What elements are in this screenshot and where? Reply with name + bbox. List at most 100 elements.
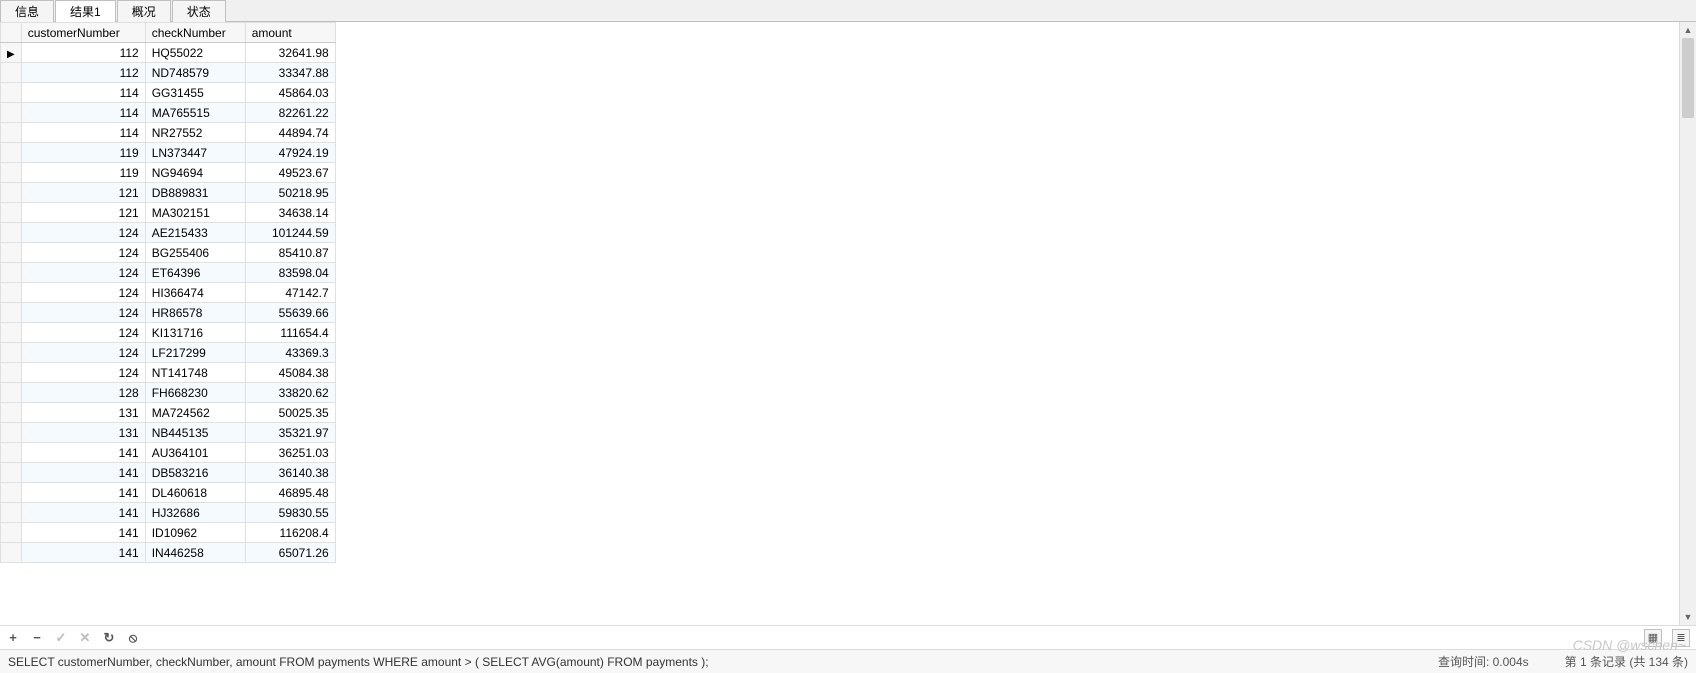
cell-customerNumber[interactable]: 141 — [21, 523, 145, 543]
tab-2[interactable]: 概况 — [117, 0, 171, 22]
cell-customerNumber[interactable]: 121 — [21, 183, 145, 203]
cell-amount[interactable]: 111654.4 — [245, 323, 335, 343]
cell-checkNumber[interactable]: LF217299 — [145, 343, 245, 363]
cell-amount[interactable]: 59830.55 — [245, 503, 335, 523]
cell-amount[interactable]: 50025.35 — [245, 403, 335, 423]
cell-amount[interactable]: 85410.87 — [245, 243, 335, 263]
tab-3[interactable]: 状态 — [172, 0, 226, 22]
cell-checkNumber[interactable]: MA302151 — [145, 203, 245, 223]
cell-amount[interactable]: 45084.38 — [245, 363, 335, 383]
cell-customerNumber[interactable]: 119 — [21, 143, 145, 163]
cell-amount[interactable]: 116208.4 — [245, 523, 335, 543]
cell-customerNumber[interactable]: 141 — [21, 443, 145, 463]
cell-amount[interactable]: 36251.03 — [245, 443, 335, 463]
cell-customerNumber[interactable]: 124 — [21, 363, 145, 383]
cell-customerNumber[interactable]: 131 — [21, 423, 145, 443]
cell-customerNumber[interactable]: 141 — [21, 543, 145, 563]
tab-0[interactable]: 信息 — [0, 0, 54, 22]
cell-checkNumber[interactable]: LN373447 — [145, 143, 245, 163]
table-row[interactable]: 141IN44625865071.26 — [1, 543, 336, 563]
cell-amount[interactable]: 47924.19 — [245, 143, 335, 163]
cell-checkNumber[interactable]: DB889831 — [145, 183, 245, 203]
table-row[interactable]: 114NR2755244894.74 — [1, 123, 336, 143]
table-row[interactable]: 121DB88983150218.95 — [1, 183, 336, 203]
cell-customerNumber[interactable]: 114 — [21, 103, 145, 123]
table-row[interactable]: 141ID10962116208.4 — [1, 523, 336, 543]
cell-customerNumber[interactable]: 141 — [21, 483, 145, 503]
cell-customerNumber[interactable]: 124 — [21, 283, 145, 303]
cell-amount[interactable]: 33820.62 — [245, 383, 335, 403]
form-view-button[interactable]: ≣ — [1672, 629, 1690, 647]
col-amount[interactable]: amount — [245, 23, 335, 43]
table-row[interactable]: 141DB58321636140.38 — [1, 463, 336, 483]
cell-checkNumber[interactable]: NT141748 — [145, 363, 245, 383]
cell-customerNumber[interactable]: 128 — [21, 383, 145, 403]
cell-checkNumber[interactable]: MA765515 — [145, 103, 245, 123]
cell-customerNumber[interactable]: 131 — [21, 403, 145, 423]
cell-amount[interactable]: 49523.67 — [245, 163, 335, 183]
cell-checkNumber[interactable]: FH668230 — [145, 383, 245, 403]
table-row[interactable]: 119LN37344747924.19 — [1, 143, 336, 163]
cell-checkNumber[interactable]: ET64396 — [145, 263, 245, 283]
cell-amount[interactable]: 83598.04 — [245, 263, 335, 283]
cell-checkNumber[interactable]: IN446258 — [145, 543, 245, 563]
table-row[interactable]: 131NB44513535321.97 — [1, 423, 336, 443]
cell-checkNumber[interactable]: HR86578 — [145, 303, 245, 323]
cell-amount[interactable]: 65071.26 — [245, 543, 335, 563]
cell-checkNumber[interactable]: ID10962 — [145, 523, 245, 543]
cell-customerNumber[interactable]: 124 — [21, 223, 145, 243]
table-row[interactable]: 124LF21729943369.3 — [1, 343, 336, 363]
cell-checkNumber[interactable]: DB583216 — [145, 463, 245, 483]
cell-customerNumber[interactable]: 124 — [21, 303, 145, 323]
cell-customerNumber[interactable]: 141 — [21, 503, 145, 523]
cell-checkNumber[interactable]: MA724562 — [145, 403, 245, 423]
grid-view-button[interactable]: ▦ — [1644, 629, 1662, 647]
cell-amount[interactable]: 101244.59 — [245, 223, 335, 243]
cell-checkNumber[interactable]: NR27552 — [145, 123, 245, 143]
scroll-down-icon[interactable]: ▼ — [1680, 609, 1696, 625]
cell-amount[interactable]: 45864.03 — [245, 83, 335, 103]
table-row[interactable]: 124NT14174845084.38 — [1, 363, 336, 383]
table-row[interactable]: 131MA72456250025.35 — [1, 403, 336, 423]
col-customerNumber[interactable]: customerNumber — [21, 23, 145, 43]
table-row[interactable]: 124ET6439683598.04 — [1, 263, 336, 283]
table-row[interactable]: 124BG25540685410.87 — [1, 243, 336, 263]
cell-checkNumber[interactable]: AU364101 — [145, 443, 245, 463]
cell-customerNumber[interactable]: 121 — [21, 203, 145, 223]
table-row[interactable]: 112ND74857933347.88 — [1, 63, 336, 83]
cell-customerNumber[interactable]: 114 — [21, 123, 145, 143]
cell-amount[interactable]: 44894.74 — [245, 123, 335, 143]
table-row[interactable]: 124HI36647447142.7 — [1, 283, 336, 303]
cell-checkNumber[interactable]: AE215433 — [145, 223, 245, 243]
delete-row-button[interactable]: − — [30, 631, 44, 645]
cell-customerNumber[interactable]: 124 — [21, 323, 145, 343]
cell-customerNumber[interactable]: 124 — [21, 243, 145, 263]
cell-customerNumber[interactable]: 124 — [21, 343, 145, 363]
cell-checkNumber[interactable]: BG255406 — [145, 243, 245, 263]
cell-amount[interactable]: 55639.66 — [245, 303, 335, 323]
table-row[interactable]: 124AE215433101244.59 — [1, 223, 336, 243]
cell-customerNumber[interactable]: 124 — [21, 263, 145, 283]
add-row-button[interactable]: + — [6, 631, 20, 645]
table-row[interactable]: 128FH66823033820.62 — [1, 383, 336, 403]
cell-amount[interactable]: 36140.38 — [245, 463, 335, 483]
scroll-thumb[interactable] — [1682, 38, 1694, 118]
table-row[interactable]: 114MA76551582261.22 — [1, 103, 336, 123]
cell-amount[interactable]: 47142.7 — [245, 283, 335, 303]
result-grid-scroll[interactable]: customerNumber checkNumber amount ▶112HQ… — [0, 22, 1679, 625]
table-row[interactable]: 141AU36410136251.03 — [1, 443, 336, 463]
cell-customerNumber[interactable]: 112 — [21, 63, 145, 83]
cancel-button[interactable]: ✕ — [78, 631, 92, 645]
cell-checkNumber[interactable]: HI366474 — [145, 283, 245, 303]
cell-amount[interactable]: 32641.98 — [245, 43, 335, 63]
apply-button[interactable]: ✓ — [54, 631, 68, 645]
cell-amount[interactable]: 35321.97 — [245, 423, 335, 443]
cell-amount[interactable]: 46895.48 — [245, 483, 335, 503]
table-row[interactable]: 119NG9469449523.67 — [1, 163, 336, 183]
cell-amount[interactable]: 82261.22 — [245, 103, 335, 123]
table-row[interactable]: 124KI131716111654.4 — [1, 323, 336, 343]
cell-checkNumber[interactable]: DL460618 — [145, 483, 245, 503]
cell-checkNumber[interactable]: HQ55022 — [145, 43, 245, 63]
cell-amount[interactable]: 34638.14 — [245, 203, 335, 223]
col-checkNumber[interactable]: checkNumber — [145, 23, 245, 43]
